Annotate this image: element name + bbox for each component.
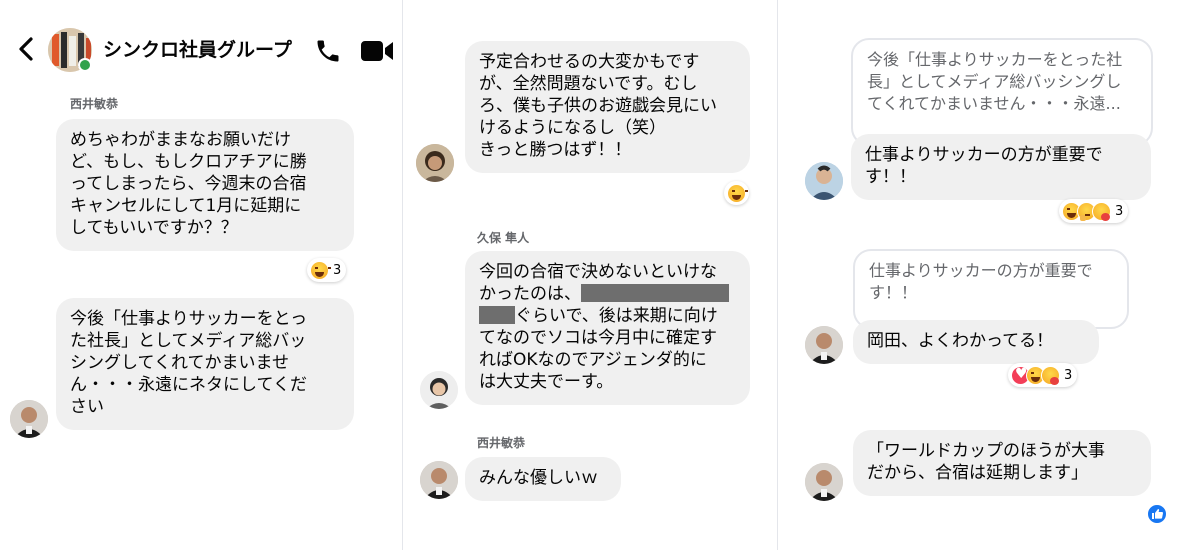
sender-name: 久保 隼人 — [477, 231, 530, 245]
sender-avatar[interactable] — [10, 400, 48, 438]
sender-avatar[interactable] — [416, 144, 454, 182]
panel-divider — [777, 0, 778, 550]
message-text: かったのは、 — [479, 284, 581, 304]
reply-quote[interactable]: 仕事よりサッカーの方が重要で す！！ — [853, 249, 1129, 329]
message-bubble[interactable]: 「ワールドカップのほうが大事 だから、合宿は延期します」 — [853, 430, 1151, 496]
sender-avatar[interactable] — [805, 162, 843, 200]
chat-panel-left: シンクロ社員グループ 西井敏恭 めちゃわがままなお願いだけ ど、もし、もしクロア… — [0, 0, 402, 550]
hug-emoji-icon — [1041, 365, 1060, 385]
video-call-icon[interactable] — [360, 38, 394, 64]
laugh-emoji-icon — [727, 183, 748, 203]
message-line: かったのは、 — [479, 283, 736, 305]
reaction-count: 3 — [1115, 203, 1124, 219]
message-bubble[interactable]: みんな優しいｗ — [465, 457, 621, 501]
message-bubble[interactable]: 予定合わせるの大変かもです が、全然問題ないです。むし ろ、僕も子供のお遊戯会見… — [465, 41, 750, 173]
chat-panel-middle: 予定合わせるの大変かもです が、全然問題ないです。むし ろ、僕も子供のお遊戯会見… — [404, 0, 777, 550]
online-status-dot — [78, 58, 92, 72]
reaction-count: 3 — [333, 262, 342, 278]
panel-divider — [402, 0, 403, 550]
sender-avatar[interactable] — [805, 326, 843, 364]
sender-avatar[interactable] — [805, 463, 843, 501]
back-icon[interactable] — [16, 36, 38, 62]
reaction-summary[interactable]: 3 — [1059, 199, 1129, 223]
sender-name: 西井敏恭 — [70, 97, 119, 111]
chat-panel-right: 今後「仕事よりサッカーをとった社 長」としてメディア総バッシングし てくれてかま… — [779, 0, 1200, 550]
sender-avatar[interactable] — [420, 371, 458, 409]
message-bubble[interactable]: 今後「仕事よりサッカーをとっ た社長」としてメディア総バッ シングしてくれてかま… — [56, 298, 354, 430]
laugh-emoji-icon — [310, 260, 331, 280]
reply-quote[interactable]: 今後「仕事よりサッカーをとった社 長」としてメディア総バッシングし てくれてかま… — [851, 38, 1153, 146]
redacted-text — [479, 306, 515, 324]
sender-avatar[interactable] — [420, 461, 458, 499]
reaction-summary[interactable] — [724, 181, 749, 205]
message-line: てなのでソコは今月中に確定す ればOKなのでアジェンダ的に は大丈夫でーす。 — [479, 328, 717, 392]
like-reaction-icon[interactable] — [1146, 503, 1168, 525]
message-bubble[interactable]: めちゃわがままなお願いだけ ど、もし、もしクロアチアに勝 ってしまったら、今週末… — [56, 119, 354, 251]
group-title: シンクロ社員グループ — [103, 39, 292, 61]
sender-name: 西井敏恭 — [477, 436, 526, 450]
reaction-count: 3 — [1064, 367, 1073, 383]
message-line: ぐらいで、後は来期に向け — [479, 305, 736, 327]
message-bubble[interactable]: 今回の合宿で決めないといけな かったのは、 ぐらいで、後は来期に向け てなのでソ… — [465, 251, 750, 405]
message-line: 今回の合宿で決めないといけな — [479, 262, 717, 282]
redacted-text — [581, 284, 729, 302]
reaction-summary[interactable]: 3 — [1008, 363, 1078, 387]
reaction-summary[interactable]: 3 — [307, 258, 347, 282]
message-bubble[interactable]: 岡田、よくわかってる！ — [853, 320, 1099, 364]
message-text: ぐらいで、後は来期に向け — [515, 306, 718, 326]
phone-icon[interactable] — [314, 37, 342, 65]
hug-emoji-icon — [1092, 201, 1111, 221]
message-bubble[interactable]: 仕事よりサッカーの方が重要で す！！ — [851, 134, 1151, 200]
